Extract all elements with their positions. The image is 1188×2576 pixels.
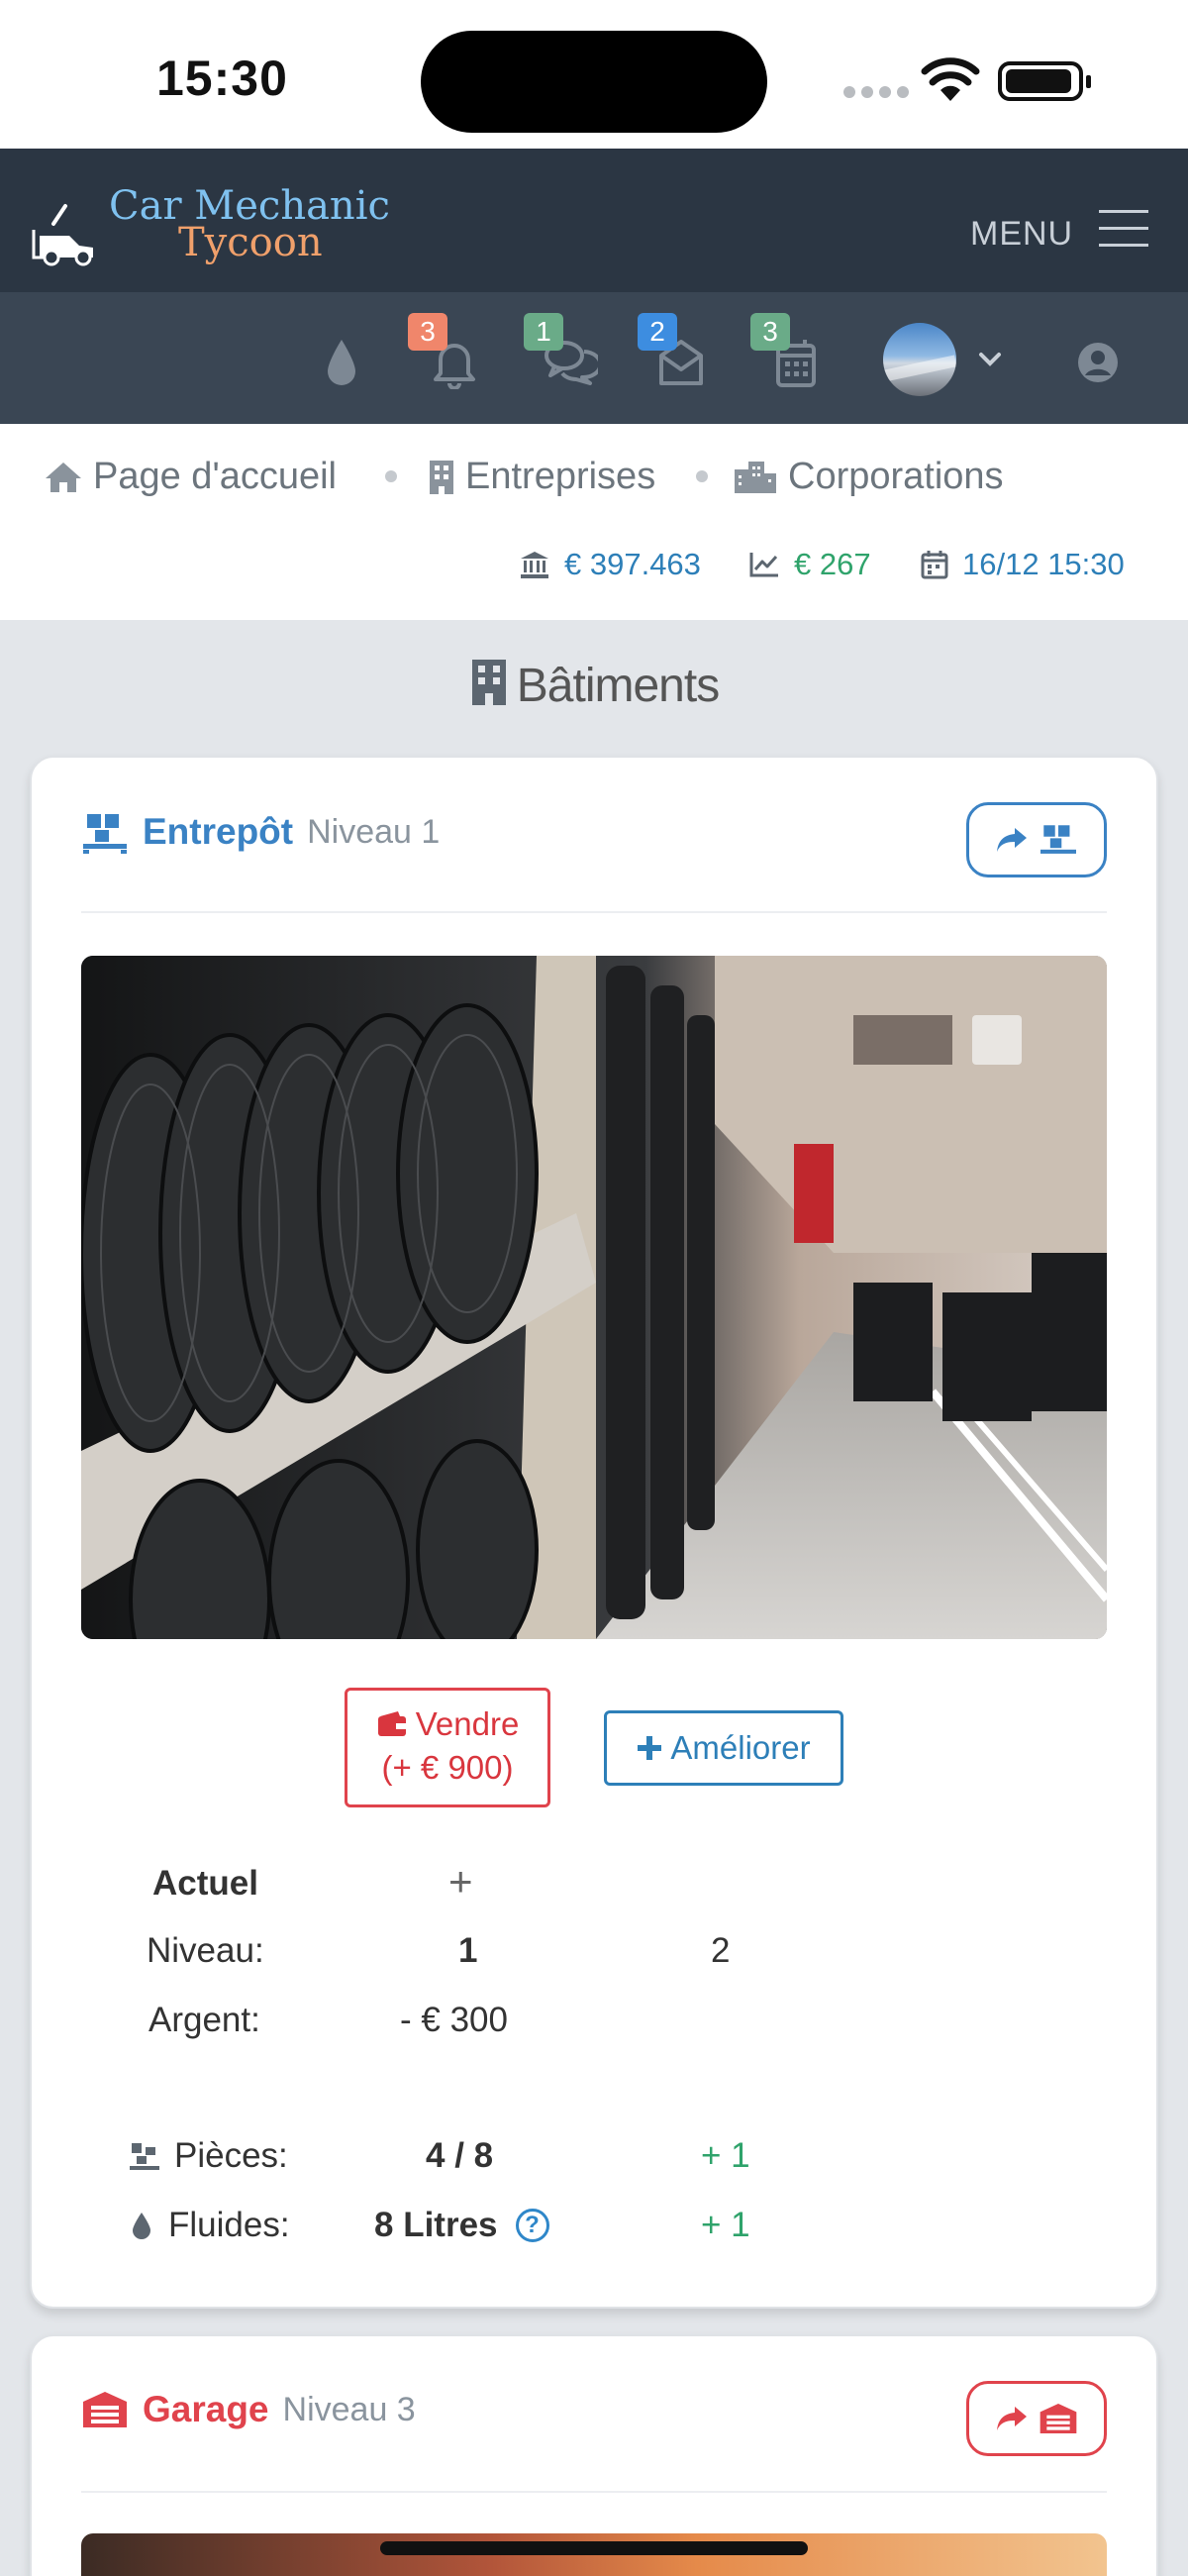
table-row-next: 2 (711, 1931, 731, 1970)
capacity-label: Fluides: (168, 2206, 290, 2244)
menu-button-label[interactable]: MENU (970, 215, 1073, 254)
wifi-icon (921, 57, 980, 101)
garage-icon (1040, 2404, 1077, 2433)
breadcrumb-home[interactable]: Page d'accueil (44, 456, 337, 498)
cellular-signal-icon (843, 86, 909, 98)
wallet-icon (377, 1711, 406, 1736)
date-value: 16/12 15:30 (962, 547, 1125, 581)
card-divider (81, 911, 1107, 913)
status-bar: 15:30 (0, 0, 1188, 149)
capacity-next: + 1 (701, 2206, 750, 2244)
table-row-label: Niveau: (147, 1931, 264, 1970)
parts-boxes-icon (130, 2143, 159, 2170)
messages-badge: 1 (524, 313, 563, 351)
home-indicator (380, 2541, 808, 2555)
share-arrow-icon (997, 828, 1027, 852)
hamburger-menu-icon[interactable] (1099, 210, 1148, 260)
city-icon (735, 461, 776, 493)
warehouse-icon (83, 814, 127, 854)
upgrade-button[interactable]: Améliorer (604, 1710, 843, 1786)
battery-icon (998, 61, 1091, 101)
garage-header: Garage Niveau 3 (81, 2389, 416, 2430)
fluid-drop-icon (133, 2213, 150, 2239)
date-stat[interactable]: 16/12 15:30 (921, 547, 1125, 582)
calendar-badge: 3 (750, 313, 790, 351)
warehouse-name: Entrepôt (143, 811, 294, 852)
breadcrumb-companies-label: Entreprises (465, 456, 656, 497)
dynamic-island (421, 31, 767, 133)
income-stat[interactable]: € 267 (748, 547, 871, 582)
capacity-row-fluids: Fluides: (131, 2206, 290, 2245)
sell-button-value: (+ € 900) (381, 1749, 514, 1786)
home-icon (46, 462, 81, 492)
breadcrumb-separator (385, 470, 397, 482)
chevron-down-icon[interactable] (978, 351, 1002, 368)
mail-badge: 2 (638, 313, 677, 351)
status-time: 15:30 (156, 51, 288, 106)
avatar[interactable] (883, 323, 956, 396)
capacity-label: Pièces: (174, 2136, 288, 2175)
breadcrumb (0, 424, 1188, 620)
warehouse-go-button[interactable] (966, 802, 1107, 877)
money-stat[interactable]: € 397.463 (519, 547, 701, 582)
fluid-drop-icon[interactable] (325, 334, 358, 389)
money-value: € 397.463 (564, 547, 701, 581)
capacity-current-value: 8 Litres (374, 2206, 498, 2244)
breadcrumb-companies[interactable]: Entreprises (428, 456, 655, 498)
brand-name-line2[interactable]: Tycoon (178, 220, 323, 265)
line-chart-icon (749, 553, 778, 577)
capacity-row-parts: Pièces: (129, 2136, 288, 2176)
sell-button-label: Vendre (415, 1705, 520, 1742)
bank-icon (521, 552, 548, 578)
breadcrumb-home-label: Page d'accueil (93, 456, 337, 497)
car-logo-icon[interactable] (30, 188, 99, 267)
section-title: Bâtiments (0, 658, 1188, 713)
breadcrumb-separator (696, 470, 708, 482)
garage-name: Garage (143, 2389, 269, 2429)
capacity-current: 8 Litres? (374, 2206, 549, 2245)
card-divider (81, 2491, 1107, 2493)
help-icon[interactable]: ? (515, 2209, 549, 2242)
breadcrumb-corporations[interactable]: Corporations (733, 456, 1004, 498)
warehouse-icon (1040, 825, 1076, 854)
warehouse-level: Niveau 1 (307, 812, 441, 851)
capacity-current: 4 / 8 (426, 2136, 494, 2175)
capacity-next: + 1 (701, 2136, 750, 2175)
table-row-current: - € 300 (400, 2001, 508, 2039)
section-title-text: Bâtiments (516, 660, 720, 712)
upgrade-button-label: Améliorer (670, 1729, 811, 1766)
warehouse-photo (81, 956, 1107, 1639)
calendar-icon (921, 551, 948, 579)
notifications-badge: 3 (408, 313, 447, 351)
user-profile-icon[interactable] (1077, 342, 1119, 383)
building-icon (430, 460, 453, 494)
sell-button[interactable]: Vendre (+ € 900) (345, 1688, 550, 1807)
table-header-plus: + (448, 1858, 473, 1905)
breadcrumb-corporations-label: Corporations (788, 456, 1004, 497)
table-header-current: Actuel (152, 1864, 258, 1903)
garage-go-button[interactable] (966, 2381, 1107, 2456)
share-arrow-icon (997, 2407, 1027, 2430)
warehouse-header: Entrepôt Niveau 1 (81, 810, 440, 854)
garage-icon (83, 2392, 127, 2427)
table-row-current: 1 (458, 1931, 478, 1970)
building-icon (471, 660, 506, 705)
table-row-label: Argent: (148, 2001, 260, 2039)
garage-level: Niveau 3 (282, 2390, 416, 2428)
plus-icon (638, 1736, 662, 1760)
income-value: € 267 (794, 547, 871, 581)
